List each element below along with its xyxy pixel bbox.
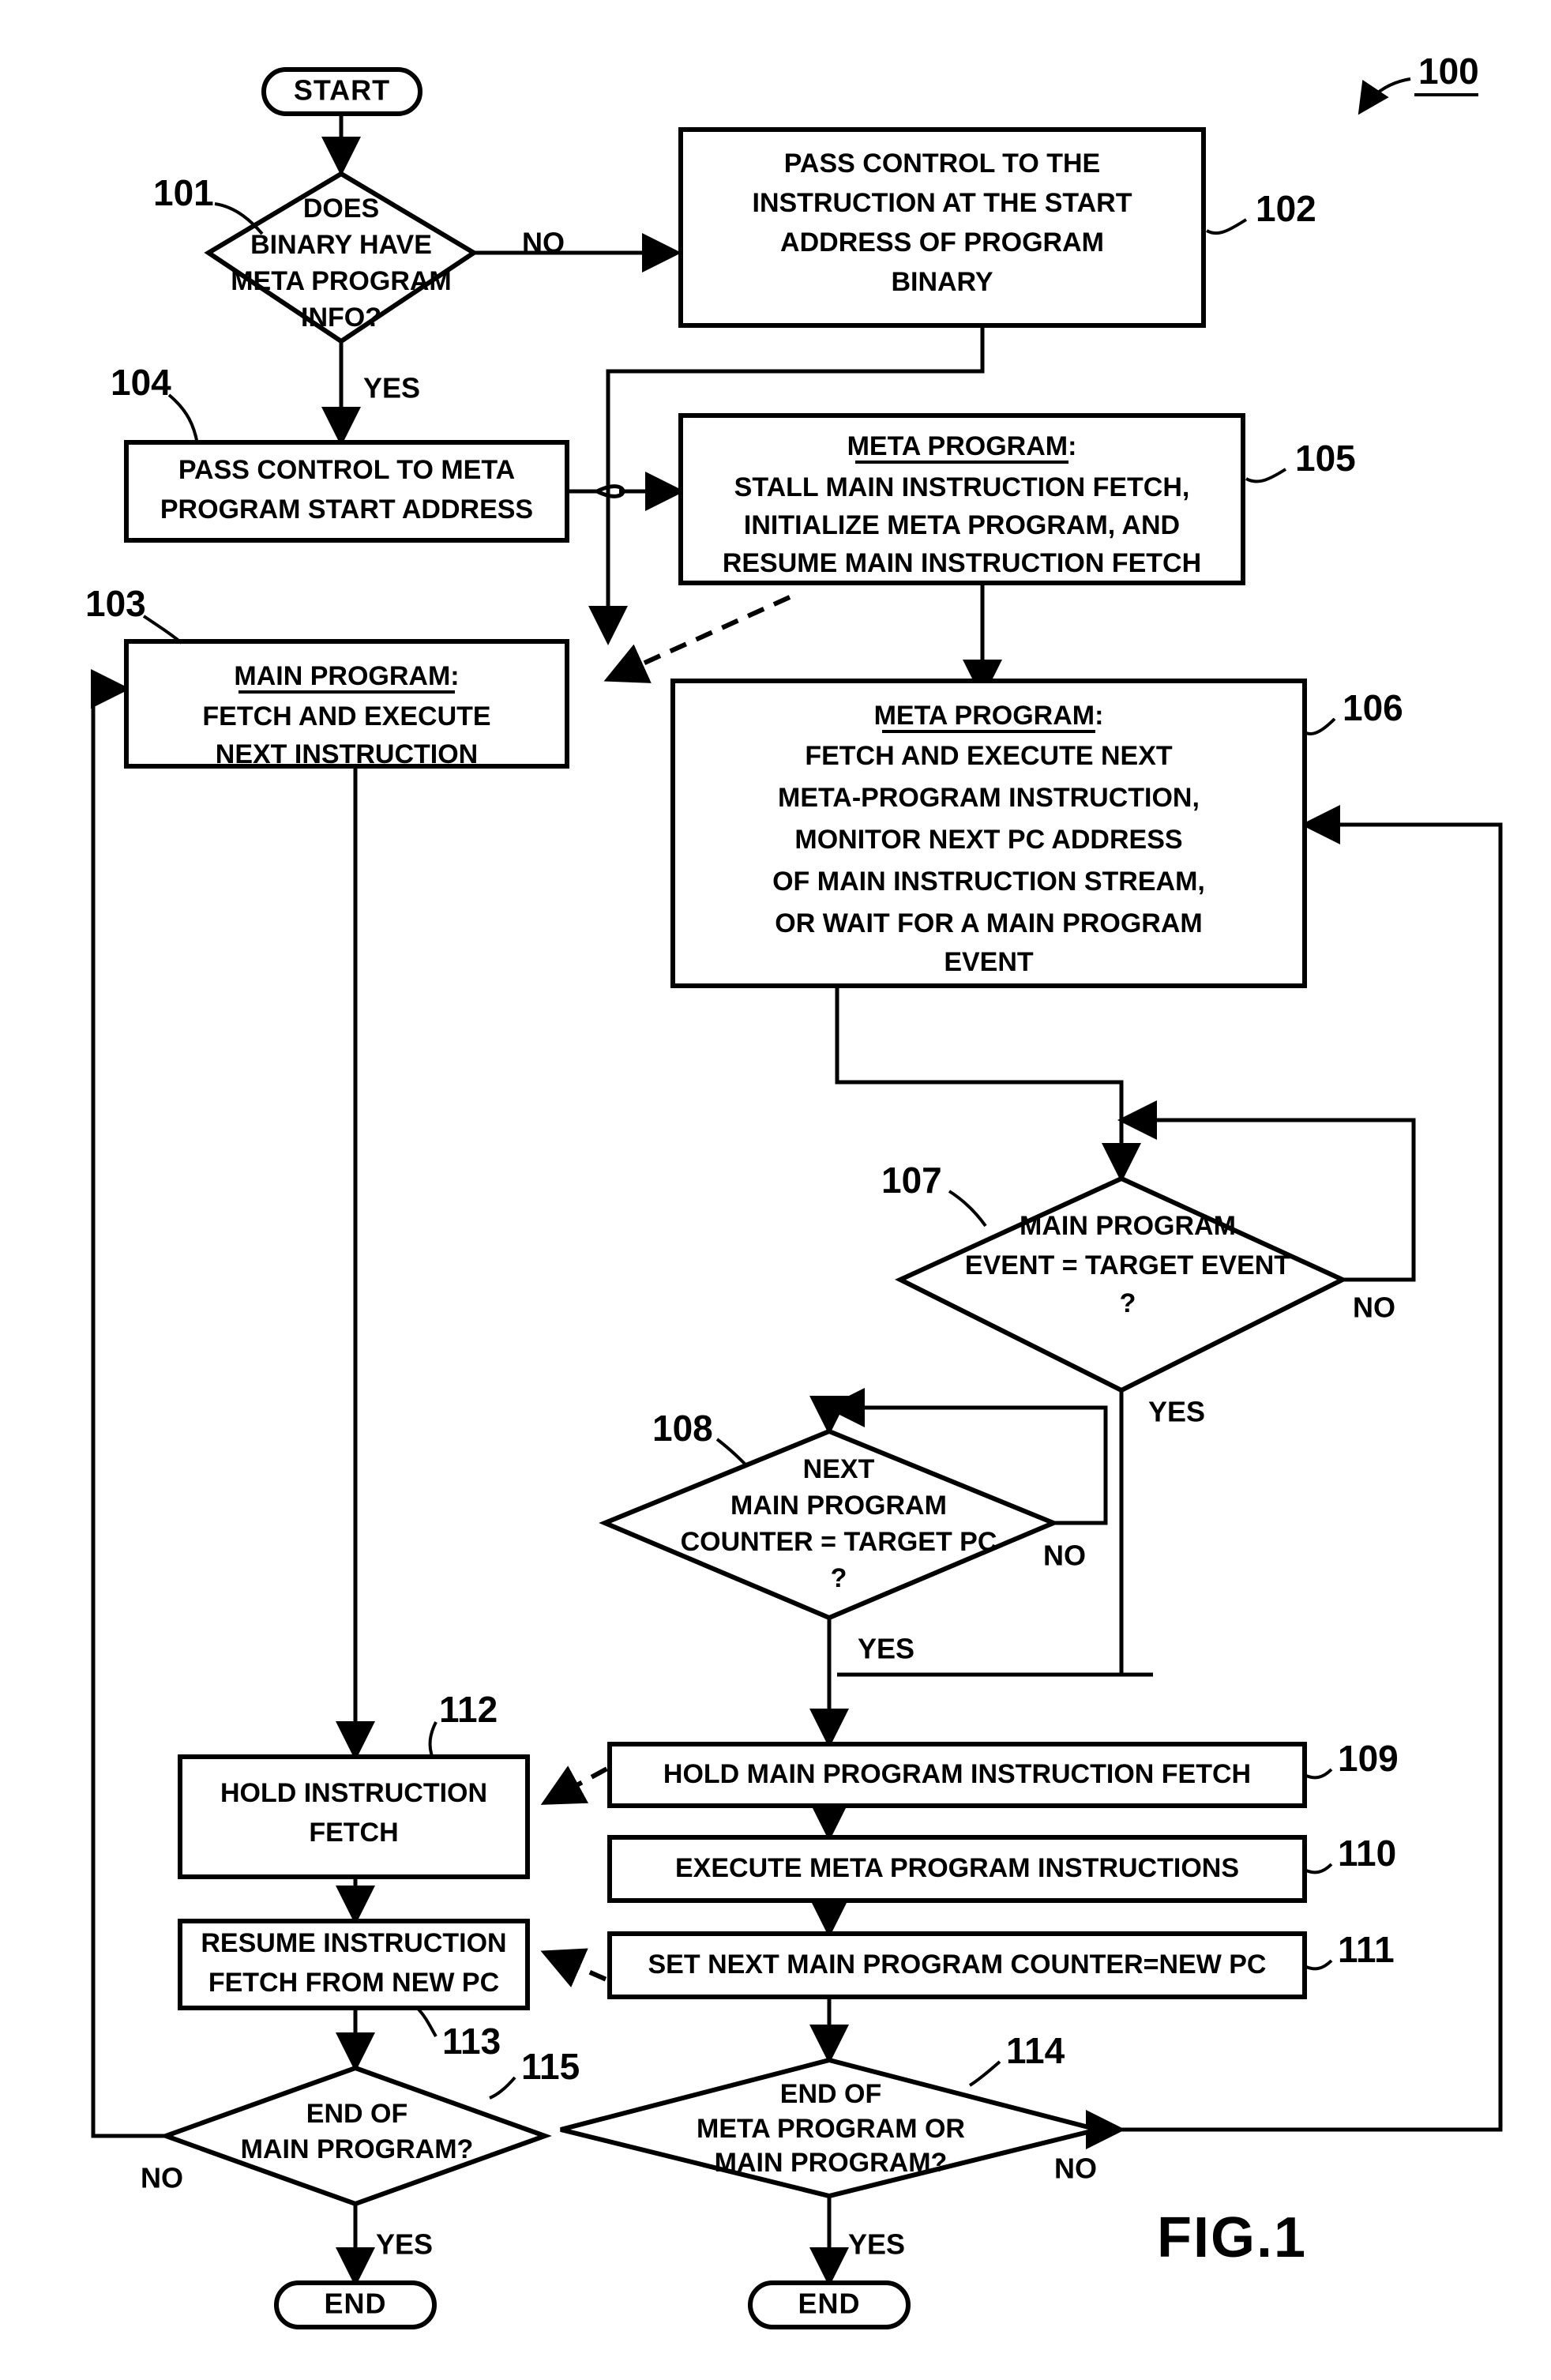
leader-111 <box>1305 1959 1333 1971</box>
start-label: START <box>294 74 390 107</box>
ref-numeral-109: 109 <box>1338 1738 1399 1779</box>
branch-label-108-yes: YES <box>858 1633 914 1665</box>
decision-115-line-1: END OF <box>306 2099 407 2129</box>
leader-105 <box>1245 468 1287 483</box>
leader-103 <box>142 615 183 645</box>
ref-numeral-107: 107 <box>881 1160 942 1201</box>
decision-101-line-1: DOES <box>303 194 379 224</box>
process-110-line-1: EXECUTE META PROGRAM INSTRUCTIONS <box>675 1853 1239 1883</box>
decision-114-line-1: END OF <box>780 2079 881 2109</box>
branch-label-101-yes: YES <box>363 372 420 404</box>
leader-107 <box>948 1190 987 1228</box>
process-106-line-1: FETCH AND EXECUTE NEXT <box>805 741 1173 771</box>
leader-113 <box>417 2008 438 2037</box>
process-109-line-1: HOLD MAIN PROGRAM INSTRUCTION FETCH <box>663 1759 1251 1789</box>
decision-115-line-2: MAIN PROGRAM? <box>241 2134 474 2164</box>
process-106-line-4: OF MAIN INSTRUCTION STREAM, <box>772 867 1205 897</box>
leader-109 <box>1305 1768 1333 1780</box>
process-105-heading: META PROGRAM: <box>847 431 1077 461</box>
process-106-line-5: OR WAIT FOR A MAIN PROGRAM <box>775 908 1202 938</box>
ref-numeral-104: 104 <box>111 362 171 403</box>
patent-figure: START DOES BINARY HAVE META PROGRAM INFO… <box>0 0 1551 2380</box>
ref-numeral-105: 105 <box>1295 438 1356 479</box>
ref-numeral-114: 114 <box>1006 2030 1065 2071</box>
process-106-heading: META PROGRAM: <box>874 701 1104 731</box>
ref-numeral-100: 100 <box>1418 51 1479 92</box>
process-111-line-1: SET NEXT MAIN PROGRAM COUNTER=NEW PC <box>648 1949 1267 1980</box>
decision-114-line-2: META PROGRAM OR <box>697 2114 965 2144</box>
decision-108-line-4: ? <box>831 1563 847 1593</box>
leader-115 <box>489 2076 516 2100</box>
leader-112 <box>428 1721 438 1759</box>
ref-numeral-113: 113 <box>442 2021 501 2062</box>
end-label-right: END <box>798 2288 860 2320</box>
process-104-line-2: PROGRAM START ADDRESS <box>160 494 533 525</box>
process-106-line-6: EVENT <box>944 947 1034 977</box>
decision-101-line-2: BINARY HAVE <box>250 230 432 260</box>
edge-106-to-107-path <box>835 986 1124 1166</box>
branch-label-115-no: NO <box>141 2162 183 2194</box>
process-106-line-3: MONITOR NEXT PC ADDRESS <box>794 825 1182 855</box>
leader-110 <box>1305 1863 1333 1874</box>
decision-107-line-2: EVENT = TARGET EVENT <box>965 1250 1290 1280</box>
process-103-line-1: FETCH AND EXECUTE <box>202 701 490 731</box>
branch-label-115-yes: YES <box>376 2228 433 2261</box>
process-102-line-4: BINARY <box>891 267 993 297</box>
leader-102 <box>1206 218 1248 235</box>
process-102-line-2: INSTRUCTION AT THE START <box>753 188 1132 218</box>
branch-label-107-yes: YES <box>1148 1396 1205 1428</box>
process-112-line-1: HOLD INSTRUCTION <box>220 1778 487 1808</box>
ref-100-arrow <box>1358 77 1411 115</box>
process-105-line-2: INITIALIZE META PROGRAM, AND <box>744 510 1180 540</box>
decision-108-line-2: MAIN PROGRAM <box>730 1491 947 1521</box>
process-103-heading: MAIN PROGRAM: <box>234 661 459 691</box>
figure-label: FIG.1 <box>1157 2206 1307 2269</box>
branch-label-107-no: NO <box>1353 1292 1395 1324</box>
process-102-line-1: PASS CONTROL TO THE <box>784 149 1100 179</box>
process-102-line-3: ADDRESS OF PROGRAM <box>780 227 1104 258</box>
process-104-line-1: PASS CONTROL TO META <box>178 455 515 485</box>
leader-114 <box>968 2060 1001 2087</box>
ref-numeral-103: 103 <box>85 583 146 624</box>
process-106-line-2: META-PROGRAM INSTRUCTION, <box>778 783 1200 813</box>
branch-label-108-no: NO <box>1043 1540 1086 1572</box>
ref-numeral-101: 101 <box>153 172 214 213</box>
branch-label-114-yes: YES <box>848 2228 905 2261</box>
process-105-line-3: RESUME MAIN INSTRUCTION FETCH <box>723 548 1201 578</box>
decision-101-line-3: META PROGRAM <box>231 266 452 296</box>
process-113-line-1: RESUME INSTRUCTION <box>201 1928 506 1958</box>
edge-105-to-103-dashed <box>603 595 791 683</box>
branch-label-114-no: NO <box>1054 2153 1097 2185</box>
ref-numeral-102: 102 <box>1256 188 1316 229</box>
leader-104 <box>167 393 199 445</box>
decision-114-line-3: MAIN PROGRAM? <box>715 2148 948 2178</box>
ref-numeral-110: 110 <box>1338 1833 1396 1874</box>
leader-106 <box>1305 717 1336 735</box>
decision-101-line-4: INFO? <box>301 303 381 333</box>
process-112-line-2: FETCH <box>309 1818 398 1848</box>
ref-numeral-111: 111 <box>1338 1929 1395 1970</box>
decision-108-line-3: COUNTER = TARGET PC <box>681 1527 997 1557</box>
process-113-line-2: FETCH FROM NEW PC <box>208 1968 499 1998</box>
ref-numeral-106: 106 <box>1343 687 1403 728</box>
edge-107-yes-down <box>1119 1390 1153 1677</box>
ref-numeral-112: 112 <box>439 1689 498 1730</box>
flowchart-canvas: START DOES BINARY HAVE META PROGRAM INFO… <box>85 51 1503 2329</box>
decision-108-line-1: NEXT <box>803 1454 875 1484</box>
ref-numeral-115: 115 <box>521 2046 580 2087</box>
leader-108 <box>715 1438 749 1468</box>
ref-numeral-108: 108 <box>652 1408 713 1449</box>
end-label-left: END <box>324 2288 386 2320</box>
decision-107-line-3: ? <box>1120 1288 1136 1318</box>
process-105-line-1: STALL MAIN INSTRUCTION FETCH, <box>734 472 1190 502</box>
process-103-line-2: NEXT INSTRUCTION <box>216 739 478 769</box>
branch-label-101-no: NO <box>522 227 565 259</box>
decision-107-line-1: MAIN PROGRAM <box>1020 1211 1236 1241</box>
